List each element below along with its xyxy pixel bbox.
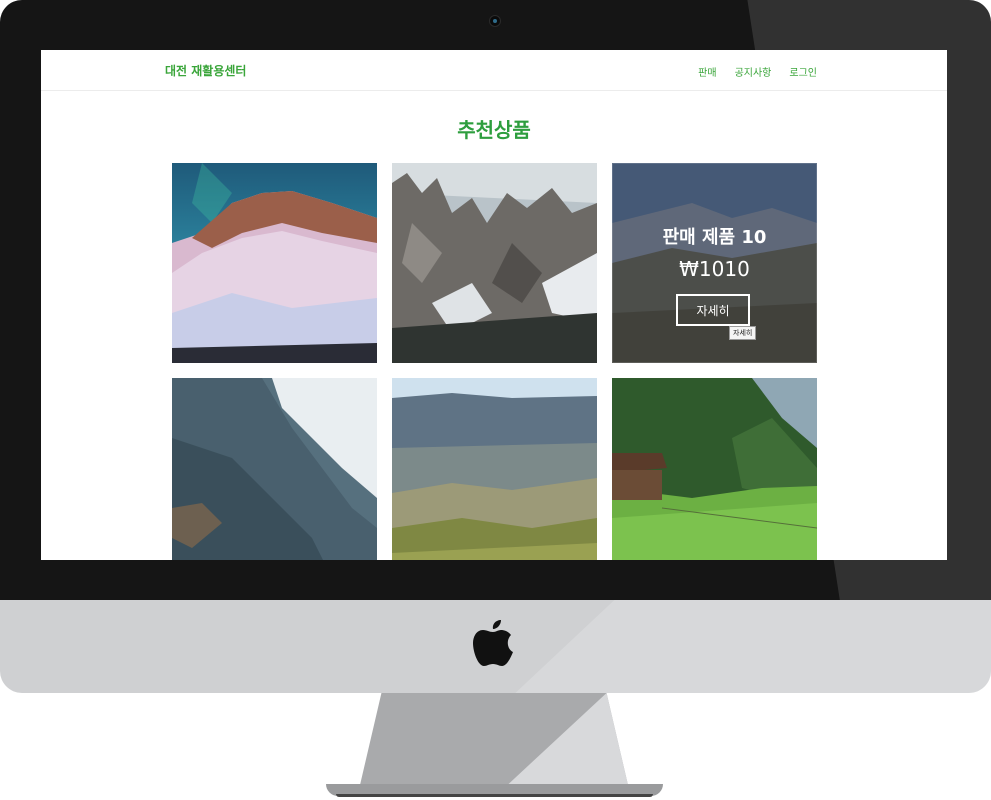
nav-item-login[interactable]: 로그인: [789, 64, 817, 79]
product-image: [172, 163, 377, 363]
product-image: [392, 163, 597, 363]
section-title: 추천상품: [457, 118, 531, 142]
nav-item-sales[interactable]: 판매: [698, 64, 716, 79]
product-card[interactable]: [612, 378, 817, 560]
monitor-foot: [326, 784, 663, 797]
product-card-hovered[interactable]: 판매 제품 10 ₩1010 자세히 자세히: [612, 163, 817, 363]
product-card[interactable]: [172, 163, 377, 363]
browser-screen: 대전 재활용센터 판매 공지사항 로그인 추천상품 판매 제품 10 ₩1010…: [41, 50, 947, 560]
detail-button[interactable]: 자세히: [676, 294, 750, 326]
apple-logo-icon: [473, 620, 513, 666]
product-card[interactable]: [392, 163, 597, 363]
product-card[interactable]: [172, 378, 377, 560]
product-hover-overlay: 판매 제품 10 ₩1010 자세히 자세히: [612, 163, 817, 363]
product-price: ₩1010: [679, 257, 750, 281]
navbar: 대전 재활용센터 판매 공지사항 로그인: [41, 50, 947, 91]
nav-item-notice[interactable]: 공지사항: [735, 64, 772, 79]
product-title: 판매 제품 10: [662, 227, 767, 248]
product-image: [612, 378, 817, 560]
site-brand[interactable]: 대전 재활용센터: [165, 62, 246, 79]
camera-icon: [489, 15, 501, 27]
detail-tooltip: 자세히: [729, 326, 757, 340]
monitor-stand: [360, 693, 628, 785]
product-image: [172, 378, 377, 560]
product-card[interactable]: [392, 378, 597, 560]
product-image: [392, 378, 597, 560]
nav-links: 판매 공지사항 로그인: [698, 64, 817, 79]
